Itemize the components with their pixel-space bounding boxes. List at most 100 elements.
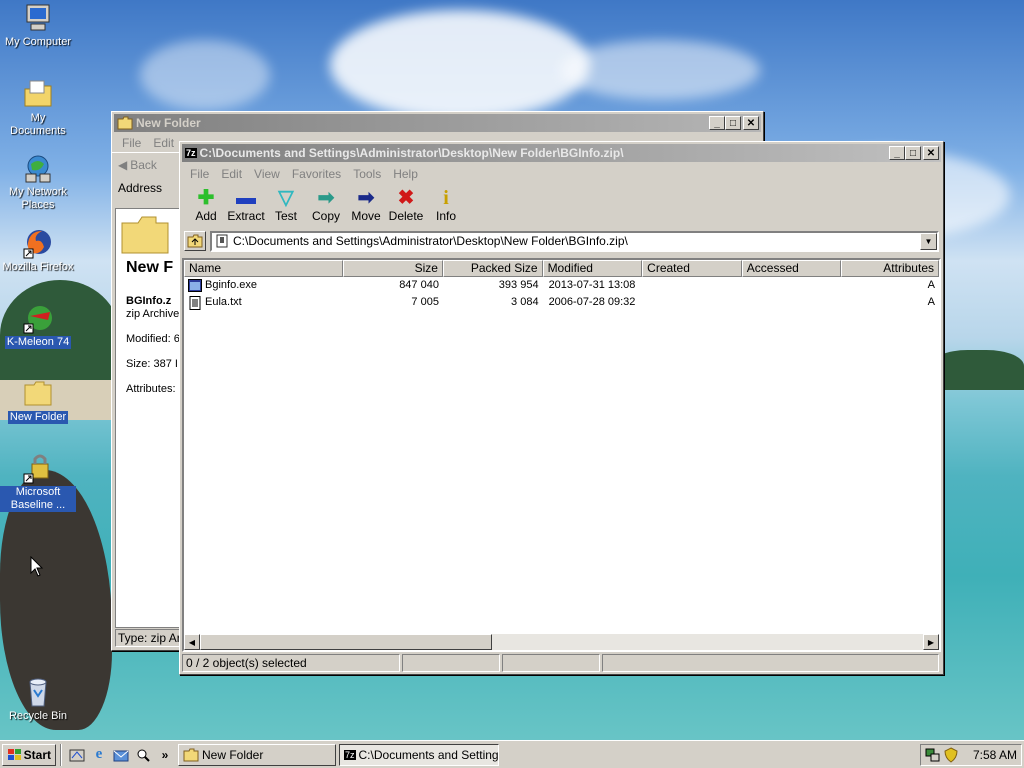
menu-help[interactable]: Help	[387, 167, 424, 181]
minimize-button[interactable]: _	[889, 146, 905, 160]
copy-button[interactable]: ➡ Copy	[306, 183, 346, 229]
network-status-icon[interactable]	[925, 747, 941, 763]
scroll-thumb[interactable]	[200, 634, 492, 650]
show-desktop-icon[interactable]	[68, 746, 86, 764]
internet-explorer-icon[interactable]: e	[90, 746, 108, 764]
explorer-content: New F BGInfo.z zip Archive Modified: 6 S…	[115, 208, 181, 628]
menu-edit[interactable]: Edit	[147, 136, 180, 150]
exe-icon	[188, 279, 202, 292]
sevenzip-window[interactable]: 7z C:\Documents and Settings\Administrat…	[179, 141, 944, 675]
move-button[interactable]: ➡ Move	[346, 183, 386, 229]
selected-file-name: BGInfo.z	[126, 295, 172, 307]
taskbar: Start e » New Folder 7z C:\Documents and…	[0, 740, 1024, 768]
table-row[interactable]: Eula.txt 7 005 3 084 2006-07-28 09:32 A	[184, 294, 939, 311]
sevenzip-title-bar[interactable]: 7z C:\Documents and Settings\Administrat…	[182, 144, 941, 162]
extract-button[interactable]: ▬ Extract	[226, 183, 266, 229]
explorer-title-bar[interactable]: New Folder _ □ ✕	[114, 114, 761, 132]
row-name: Bginfo.exe	[184, 277, 343, 294]
desktop-icon-microsoft-baseline[interactable]: Microsoft Baseline ...	[0, 452, 76, 512]
file-list-header: Name Size Packed Size Modified Created A…	[184, 260, 939, 277]
test-button[interactable]: ▽ Test	[266, 183, 306, 229]
desktop-icon-my-network-places[interactable]: My Network Places	[0, 152, 76, 212]
desktop-icon-mozilla-firefox[interactable]: Mozilla Firefox	[0, 227, 76, 274]
start-button[interactable]: Start	[2, 743, 56, 766]
minimize-button[interactable]: _	[709, 116, 725, 130]
info-icon: i	[443, 187, 449, 209]
status-text: Type: zip Arc	[118, 631, 185, 645]
selected-file-size: Size: 387 I	[126, 358, 178, 370]
close-button[interactable]: ✕	[743, 116, 759, 130]
up-folder-button[interactable]	[184, 231, 206, 251]
column-name[interactable]: Name	[184, 260, 344, 277]
desktop-icon-label: New Folder	[7, 411, 69, 424]
tool-label: Extract	[227, 209, 265, 223]
column-accessed[interactable]: Accessed	[741, 260, 842, 277]
folder-up-icon	[187, 234, 203, 248]
menu-view[interactable]: View	[248, 167, 286, 181]
taskbar-item-label: New Folder	[202, 747, 264, 762]
search-icon[interactable]	[134, 746, 152, 764]
back-arrow-icon: ◀	[118, 158, 128, 172]
horizontal-scrollbar[interactable]: ◀ ▶	[184, 634, 939, 650]
row-accessed	[742, 294, 842, 311]
outlook-express-icon[interactable]	[112, 746, 130, 764]
zip-file-icon	[216, 234, 228, 248]
menu-edit[interactable]: Edit	[215, 167, 248, 181]
taskbar-item-new-folder[interactable]: New Folder	[178, 743, 336, 766]
row-created	[642, 277, 742, 294]
path-dropdown-button[interactable]: ▼	[920, 232, 937, 250]
desktop-icon-my-documents[interactable]: My Documents	[0, 78, 76, 138]
selected-file-modified: Modified: 6	[126, 333, 180, 345]
address-label: Address	[118, 181, 163, 195]
taskbar-item-7zip[interactable]: 7z C:\Documents and Setting...	[339, 743, 499, 766]
desktop-icon-new-folder[interactable]: New Folder	[0, 377, 76, 424]
tool-label: Add	[195, 209, 217, 223]
desktop-icon-label: My Computer	[4, 36, 72, 48]
mouse-cursor-icon	[30, 556, 44, 577]
add-icon: ✚	[197, 187, 215, 209]
column-attributes[interactable]: Attributes	[841, 260, 939, 277]
row-size: 847 040	[399, 279, 439, 291]
desktop-icon-k-meleon[interactable]: K-Meleon 74	[0, 302, 76, 349]
row-modified: 2006-07-28 09:32	[548, 296, 636, 308]
7zip-icon: 7z	[344, 749, 356, 760]
chevron-right-icon[interactable]: »	[156, 746, 174, 764]
tool-label: Copy	[311, 209, 340, 223]
row-attributes: A	[927, 279, 935, 291]
menu-favorites[interactable]: Favorites	[286, 167, 347, 181]
column-size[interactable]: Size	[343, 260, 443, 277]
menu-file[interactable]: File	[116, 136, 147, 150]
column-packed-size[interactable]: Packed Size	[442, 260, 543, 277]
table-row[interactable]: Bginfo.exe 847 040 393 954 2013-07-31 13…	[184, 277, 939, 294]
desktop-icon-recycle-bin[interactable]: Recycle Bin	[0, 676, 76, 723]
tool-label: Info	[435, 209, 456, 223]
info-button[interactable]: i Info	[426, 183, 466, 229]
delete-icon: ✖	[397, 187, 415, 209]
maximize-button[interactable]: □	[725, 116, 741, 130]
path-input[interactable]: C:\Documents and Settings\Administrator\…	[210, 230, 939, 252]
desktop-icon-my-computer[interactable]: My Computer	[0, 2, 76, 49]
back-button[interactable]: Back	[130, 158, 157, 172]
scroll-right-button[interactable]: ▶	[923, 634, 939, 650]
maximize-button[interactable]: □	[905, 146, 921, 160]
menu-tools[interactable]: Tools	[347, 167, 387, 181]
windows-logo-icon	[8, 748, 21, 760]
column-created[interactable]: Created	[642, 260, 742, 277]
row-created	[642, 294, 742, 311]
sevenzip-menu-bar: File Edit View Favorites Tools Help	[180, 164, 943, 183]
sevenzip-address-bar: C:\Documents and Settings\Administrator\…	[180, 229, 943, 253]
desktop-icon-label: Mozilla Firefox	[2, 261, 74, 273]
clock[interactable]: 7:58 AM	[973, 748, 1017, 762]
folder-banner: New F	[116, 209, 180, 279]
system-tray: 7:58 AM	[920, 743, 1022, 766]
security-shield-icon[interactable]	[943, 746, 959, 763]
delete-button[interactable]: ✖ Delete	[386, 183, 426, 229]
add-button[interactable]: ✚ Add	[186, 183, 226, 229]
scroll-left-button[interactable]: ◀	[184, 634, 200, 650]
file-list[interactable]: Name Size Packed Size Modified Created A…	[182, 258, 941, 652]
window-title: C:\Documents and Settings\Administrator\…	[199, 146, 624, 160]
column-modified[interactable]: Modified	[542, 260, 643, 277]
menu-file[interactable]: File	[184, 167, 215, 181]
close-button[interactable]: ✕	[923, 146, 939, 160]
desktop-icon-label: K-Meleon 74	[4, 336, 72, 349]
